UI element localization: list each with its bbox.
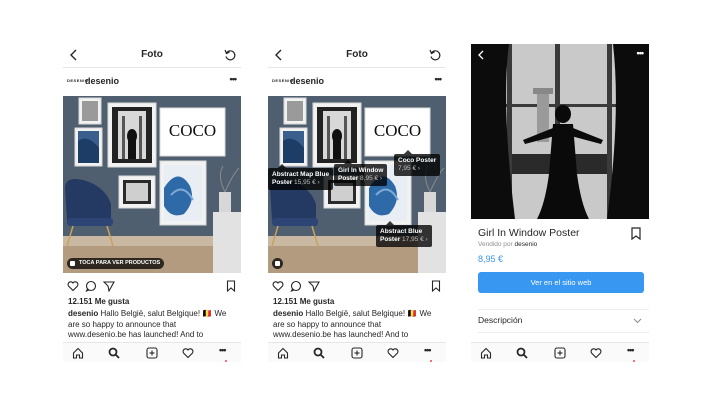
post-header: DESENIO desenio •••	[268, 69, 446, 95]
refresh-icon[interactable]	[428, 48, 442, 62]
product-tag-name: Abstract Map Blue	[272, 171, 330, 178]
activity-icon[interactable]	[182, 347, 194, 359]
vendor-line: Vendido por desenio	[478, 241, 537, 248]
page-title: Foto	[141, 49, 163, 60]
view-products-label: TOCA PARA VER PRODUCTOS	[79, 260, 161, 266]
top-bar: Foto	[63, 44, 241, 68]
bookmark-icon[interactable]	[225, 280, 237, 292]
product-tag-price: 17,95 € ›	[402, 236, 428, 243]
phone-screen-product-detail: ••• Girl In Window Poster Vendido por de…	[471, 44, 649, 362]
bottom-nav: •••	[268, 342, 446, 362]
product-tag-name: Coco Poster	[398, 157, 437, 164]
add-icon[interactable]	[146, 347, 158, 359]
top-bar: Foto	[268, 44, 446, 68]
profile-menu-icon[interactable]: •••	[424, 345, 433, 362]
more-options-icon[interactable]: •••	[435, 74, 443, 84]
vendor-prefix: Vendido por	[478, 241, 515, 248]
profile-menu-icon[interactable]: •••	[219, 345, 228, 362]
share-icon[interactable]	[103, 280, 115, 292]
description-section-label[interactable]: Descripción	[478, 315, 522, 325]
comment-icon[interactable]	[290, 280, 302, 292]
add-icon[interactable]	[351, 347, 363, 359]
divider	[478, 309, 649, 310]
likes-count[interactable]: 12.151 Me gusta	[68, 297, 129, 306]
coco-print-text: COCO	[169, 121, 216, 140]
shopping-indicator[interactable]	[272, 258, 283, 269]
add-icon[interactable]	[554, 347, 566, 359]
phone-screen-post: Foto DESENIO desenio ••• COCO TOCA PARA …	[63, 44, 241, 362]
coco-print-text: COCO	[374, 121, 421, 140]
product-tag-abstract-map-blue[interactable]: Abstract Map Blue Poster 15,95 € ›	[268, 164, 334, 190]
search-icon[interactable]	[108, 347, 120, 359]
heart-icon[interactable]	[272, 280, 284, 292]
phone-screen-post-tags: Foto DESENIO desenio ••• COCO Girl In Wi…	[268, 44, 446, 362]
product-tag-price: 8,95 € ›	[360, 175, 383, 182]
divider	[478, 332, 649, 333]
product-image[interactable]: •••	[471, 44, 649, 219]
vendor-name[interactable]: desenio	[515, 241, 538, 248]
more-options-icon[interactable]: •••	[230, 74, 238, 84]
product-price: 8,95 €	[478, 254, 504, 264]
shopping-bag-icon	[70, 261, 75, 266]
shopping-bag-icon	[275, 261, 280, 266]
product-tag-girl-in-window[interactable]: Girl In Window Poster 8,95 € ›	[334, 160, 388, 186]
activity-icon[interactable]	[590, 347, 602, 359]
bookmark-icon[interactable]	[630, 227, 642, 240]
caption-username[interactable]: desenio	[273, 309, 303, 318]
product-tag-name: Girl In Window	[338, 167, 384, 174]
refresh-icon[interactable]	[223, 48, 237, 62]
girl-in-window-image	[471, 44, 649, 219]
product-tag-coco-poster[interactable]: Coco Poster 7,95 € ›	[394, 150, 441, 176]
product-tag-name-2: Poster	[380, 236, 401, 243]
post-caption: desenio Hallo België, salut Belgique! 🇧🇪…	[68, 309, 236, 341]
more-options-icon[interactable]: •••	[637, 48, 645, 58]
page-title: Foto	[346, 49, 368, 60]
caption-username[interactable]: desenio	[68, 309, 98, 318]
view-on-website-button[interactable]: Ver en el sitio web	[478, 272, 644, 293]
product-tag-name-2: Poster	[272, 179, 293, 186]
post-actions	[63, 276, 241, 294]
search-icon[interactable]	[516, 347, 528, 359]
back-arrow-icon[interactable]	[476, 50, 486, 60]
product-tag-price: 7,95 € ›	[398, 165, 421, 172]
profile-menu-icon[interactable]: •••	[627, 345, 636, 362]
room-scene: COCO	[63, 96, 241, 273]
product-tag-abstract-blue[interactable]: Abstract Blue Poster 17,95 € ›	[376, 221, 432, 247]
activity-icon[interactable]	[387, 347, 399, 359]
post-caption: desenio Hallo België, salut Belgique! 🇧🇪…	[273, 309, 441, 341]
account-name[interactable]: desenio	[290, 76, 324, 86]
bottom-nav: •••	[63, 342, 241, 362]
post-header: DESENIO desenio •••	[63, 69, 241, 95]
product-tag-name: Abstract Blue	[380, 228, 423, 235]
post-actions	[268, 276, 446, 294]
bookmark-icon[interactable]	[430, 280, 442, 292]
home-icon[interactable]	[72, 347, 84, 359]
bottom-nav: •••	[471, 342, 649, 362]
product-tag-price: 15,95 € ›	[294, 179, 320, 186]
product-title: Girl In Window Poster	[478, 227, 580, 239]
view-products-pill[interactable]: TOCA PARA VER PRODUCTOS	[67, 258, 165, 269]
likes-count[interactable]: 12.151 Me gusta	[273, 297, 334, 306]
comment-icon[interactable]	[85, 280, 97, 292]
heart-icon[interactable]	[67, 280, 79, 292]
share-icon[interactable]	[308, 280, 320, 292]
product-tag-name-2: Poster	[338, 175, 359, 182]
post-image[interactable]: COCO	[63, 96, 241, 273]
chevron-down-icon[interactable]	[633, 316, 642, 325]
search-icon[interactable]	[313, 347, 325, 359]
home-icon[interactable]	[480, 347, 492, 359]
home-icon[interactable]	[277, 347, 289, 359]
account-name[interactable]: desenio	[85, 76, 119, 86]
